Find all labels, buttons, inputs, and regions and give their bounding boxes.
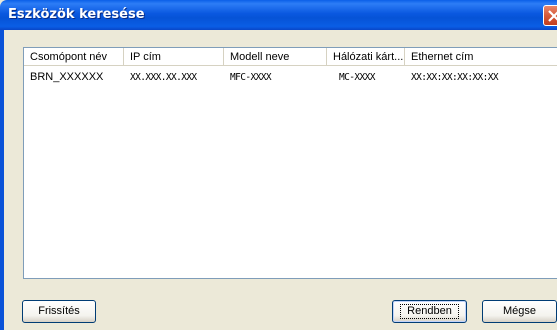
ok-button[interactable]: Rendben — [392, 300, 467, 323]
device-search-dialog: Eszközök keresése Csomópont név IP cím M… — [0, 0, 557, 330]
cell-ip: XX.XXX.XX.XXX — [130, 72, 197, 83]
close-icon — [548, 10, 557, 22]
cell-model: MFC-XXXX — [230, 72, 272, 83]
column-header-model[interactable]: Modell neve — [224, 48, 327, 66]
window-title: Eszközök keresése — [8, 7, 145, 22]
column-header-ethernet[interactable]: Ethernet cím — [405, 48, 557, 66]
cell-network-card: MC-XXXX — [339, 72, 375, 83]
close-button[interactable] — [543, 5, 557, 26]
ok-button-label: Rendben — [400, 304, 459, 319]
cell-ethernet: XX:XX:XX:XX:XX:XX — [411, 72, 499, 83]
window-frame — [0, 30, 4, 330]
cell-node-name: BRN_XXXXXX — [30, 71, 104, 83]
column-header-network-card[interactable]: Hálózati kárt... — [327, 48, 405, 66]
title-bar[interactable]: Eszközök keresése — [0, 0, 557, 30]
column-header-ip[interactable]: IP cím — [124, 48, 224, 66]
device-list[interactable]: Csomópont név IP cím Modell neve Hálózat… — [23, 47, 557, 279]
list-header: Csomópont név IP cím Modell neve Hálózat… — [24, 48, 557, 67]
column-header-node-name[interactable]: Csomópont név — [24, 48, 124, 66]
cancel-button[interactable]: Mégse — [482, 300, 557, 323]
refresh-button[interactable]: Frissítés — [22, 300, 96, 323]
